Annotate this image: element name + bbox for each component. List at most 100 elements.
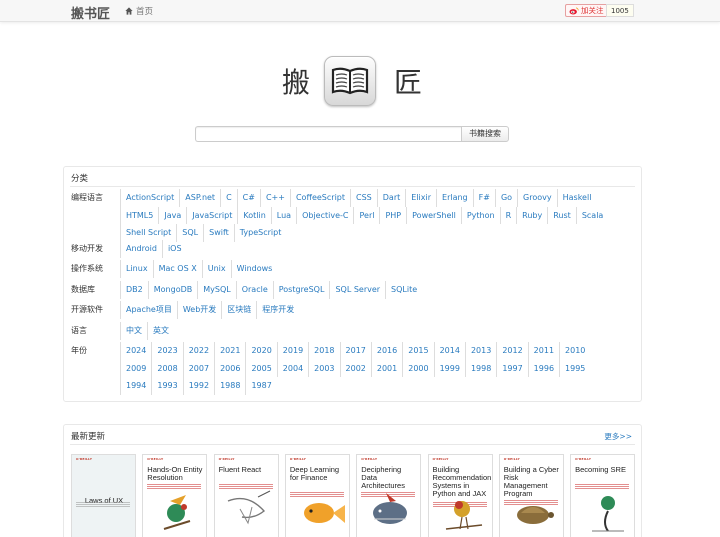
category-tag-link[interactable]: JavaScript [186,206,237,224]
book-cover-card[interactable]: O'REILLY Hands-On Entity Resolution [142,454,208,537]
category-tag-link[interactable]: 2023 [151,342,182,360]
category-tag-link[interactable]: 2021 [214,342,245,360]
category-tag-link[interactable]: 英文 [147,322,174,340]
category-tag-link[interactable]: R [499,206,517,224]
category-tag-link[interactable]: 1988 [214,377,245,395]
category-tag-link[interactable]: 2000 [402,359,433,377]
category-tag-link[interactable]: iOS [161,240,187,258]
book-cover-card[interactable]: O'REILLY Building a Cyber Risk Management… [498,454,564,537]
category-tag-link[interactable]: 1987 [245,377,276,395]
category-tag-link[interactable]: 中文 [120,322,147,340]
category-tag-link[interactable]: Android [120,240,162,258]
brand-logo-link[interactable]: 搬书匠 [71,3,110,22]
category-tag-link[interactable]: 2004 [276,359,308,377]
category-tag-link[interactable]: Apache项目 [120,301,177,319]
category-tag-link[interactable]: Web开发 [176,301,221,319]
category-tag-link[interactable]: Python [460,206,500,224]
category-tag-link[interactable]: Rust [547,206,576,224]
category-tag-link[interactable]: 2006 [214,359,245,377]
category-tag-link[interactable]: Mac OS X [152,260,202,278]
category-tag-link[interactable]: Scala [575,206,609,224]
category-tag-link[interactable]: Lua [270,206,296,224]
category-tag-link[interactable]: SQLite [385,281,422,299]
book-cover-card[interactable]: O'REILLY Becoming SRE [570,454,636,537]
more-link[interactable]: 更多>> [604,431,632,442]
home-link[interactable]: 首页 [125,5,153,17]
category-tag-link[interactable]: 区块链 [221,301,256,319]
category-tag-link[interactable]: 2001 [370,359,402,377]
category-tag-link[interactable]: PHP [379,206,406,224]
search-input[interactable] [195,126,462,142]
category-tag-link[interactable]: 2010 [559,342,590,360]
category-tag-link[interactable]: 1994 [120,377,151,395]
book-cover-card[interactable]: O'REILLY Building Recommendation Systems … [427,454,493,537]
follow-weibo-button[interactable]: 加关注 [565,4,609,17]
category-tag-link[interactable]: 1998 [464,359,496,377]
category-tag-link[interactable]: 1995 [559,359,590,377]
category-tag-link[interactable]: 1992 [182,377,214,395]
category-tag-link[interactable]: PowerShell [406,206,461,224]
category-tag-link[interactable]: 2022 [182,342,214,360]
category-tag-link[interactable]: 1997 [496,359,527,377]
category-tag-link[interactable]: Kotlin [237,206,270,224]
category-tag-link[interactable]: 2011 [527,342,559,360]
category-tag-link[interactable]: TypeScript [233,224,287,242]
category-tag-link[interactable]: C# [236,189,260,207]
category-tag-link[interactable]: Unix [201,260,231,278]
category-tag-link[interactable]: 1999 [433,359,465,377]
category-tag-link[interactable]: 2007 [182,359,214,377]
category-tag-link[interactable]: 2017 [339,342,371,360]
category-tag-link[interactable]: Perl [353,206,379,224]
category-tag-link[interactable]: Shell Script [120,224,176,242]
category-tag-link[interactable]: 2008 [151,359,182,377]
category-tag-link[interactable]: 2015 [402,342,433,360]
book-cover-card[interactable]: O'REILLY Deep Learning for Finance [284,454,350,537]
category-tag-link[interactable]: 2018 [308,342,339,360]
book-search-button[interactable]: 书籍搜索 [461,126,509,142]
category-tag-link[interactable]: Oracle [235,281,273,299]
category-tag-link[interactable]: Objective-C [296,206,353,224]
category-tag-link[interactable]: 1996 [527,359,559,377]
category-tag-link[interactable]: CSS [350,189,377,207]
category-tag-link[interactable]: Groovy [517,189,557,207]
category-tag-link[interactable]: Dart [376,189,406,207]
category-tag-link[interactable]: 2009 [120,359,151,377]
category-tag-link[interactable]: ActionScript [120,189,179,207]
category-tag-link[interactable]: MySQL [197,281,235,299]
category-tag-link[interactable]: Windows [230,260,278,278]
category-tag-link[interactable]: HTML5 [120,206,158,224]
category-tag-link[interactable]: 程序开发 [256,301,299,319]
category-tag-link[interactable]: ASP.net [179,189,220,207]
category-tag-link[interactable]: Go [494,189,517,207]
category-tag-link[interactable]: 2019 [276,342,308,360]
category-tag-link[interactable]: Ruby [516,206,547,224]
category-tag-link[interactable]: 2016 [370,342,402,360]
category-tag-link[interactable]: C++ [259,189,290,207]
category-tag-link[interactable]: SQL [176,224,203,242]
category-tag-link[interactable]: 1993 [151,377,182,395]
category-tag-link[interactable]: CoffeeScript [289,189,350,207]
category-tag-link[interactable]: 2002 [339,359,371,377]
book-cover-card[interactable]: O'REILLY Deciphering Data Architectures [356,454,422,537]
category-tag-link[interactable]: 2012 [496,342,527,360]
category-tag-link[interactable]: F# [472,189,495,207]
category-tag-link[interactable]: Swift [203,224,234,242]
category-tag-link[interactable]: C [220,189,237,207]
category-tag-link[interactable]: Linux [120,260,153,278]
category-tag-link[interactable]: Elixir [405,189,436,207]
category-tag-link[interactable]: PostgreSQL [272,281,330,299]
book-cover-card[interactable]: O'REILLY Fluent React [213,454,279,537]
category-tag-link[interactable]: DB2 [120,281,148,299]
category-tag-link[interactable]: Haskell [556,189,597,207]
category-tag-link[interactable]: 2020 [245,342,276,360]
category-tag-link[interactable]: MongoDB [147,281,198,299]
category-tag-link[interactable]: 2014 [433,342,465,360]
category-tag-link[interactable]: 2005 [245,359,276,377]
category-tag-link[interactable]: 2003 [308,359,339,377]
category-tag-link[interactable]: Erlang [436,189,473,207]
category-tag-link[interactable]: 2024 [120,342,151,360]
book-cover-card[interactable]: O'REILLY Laws of UX [71,454,136,537]
category-tag-link[interactable]: Java [158,206,186,224]
category-tag-link[interactable]: 2013 [464,342,496,360]
category-tag-link[interactable]: SQL Server [329,281,385,299]
